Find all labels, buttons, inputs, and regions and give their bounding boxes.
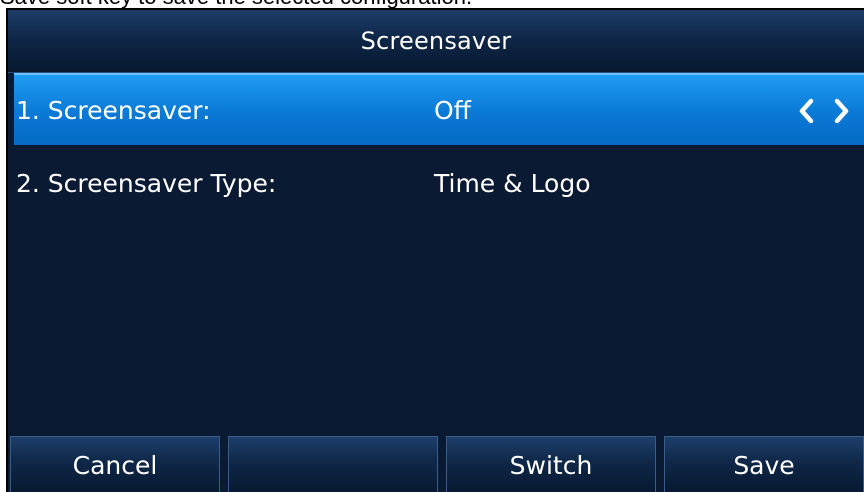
menu-item-value: Off	[434, 95, 471, 125]
instruction-caption: Save soft key to save the selected confi…	[0, 0, 864, 8]
switch-softkey[interactable]: Switch	[446, 436, 656, 492]
chevron-right-icon[interactable]	[834, 98, 849, 124]
softkey-label: Switch	[509, 451, 593, 480]
save-softkey[interactable]: Save	[664, 436, 864, 492]
phone-screen: Screensaver 1. Screensaver: Off 2. Scree…	[6, 8, 864, 492]
empty-softkey[interactable]	[228, 436, 438, 492]
softkey-label: Cancel	[72, 451, 158, 480]
menu-item-label: 2. Screensaver Type:	[16, 168, 277, 198]
menu-item-value: Time & Logo	[434, 168, 591, 198]
menu-item-screensaver-type[interactable]: 2. Screensaver Type: Time & Logo	[14, 147, 864, 219]
page-title: Screensaver	[360, 27, 512, 55]
menu-item-label: 1. Screensaver:	[16, 95, 211, 125]
menu-item-screensaver[interactable]: 1. Screensaver: Off	[14, 73, 864, 145]
softkey-label: Save	[733, 451, 795, 480]
title-bar: Screensaver	[8, 10, 864, 73]
chevron-left-icon[interactable]	[799, 98, 814, 124]
value-switcher[interactable]	[796, 97, 854, 125]
cancel-softkey[interactable]: Cancel	[10, 436, 220, 492]
softkey-bar: Cancel Switch Save	[8, 436, 864, 492]
